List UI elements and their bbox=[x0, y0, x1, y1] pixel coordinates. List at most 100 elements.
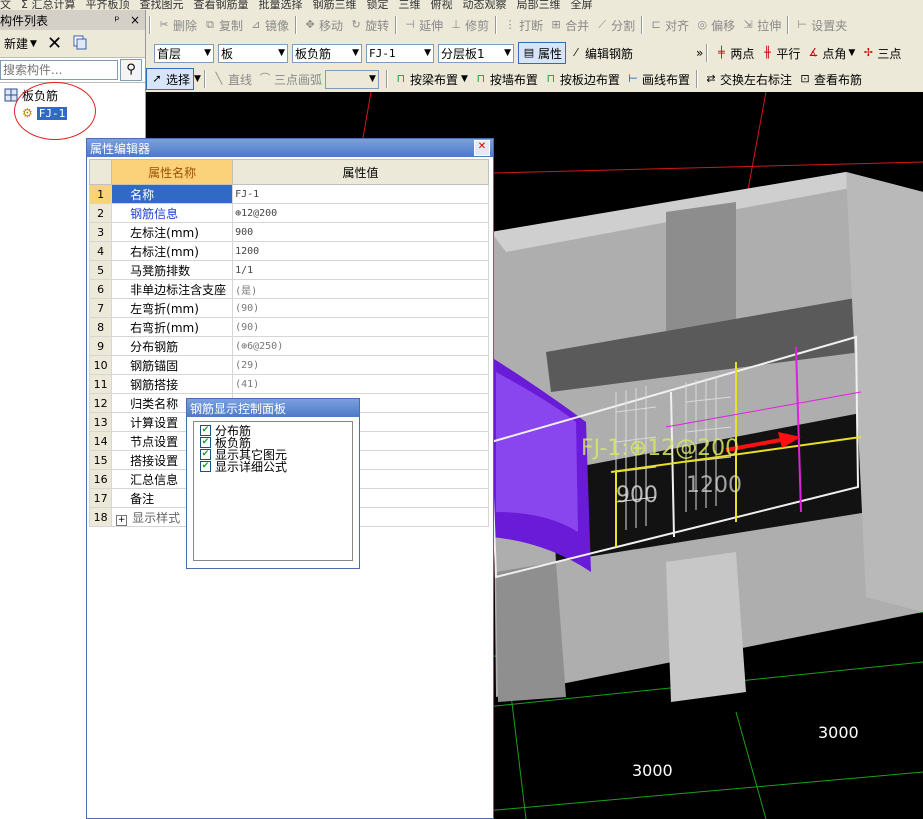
table-row[interactable]: 10 钢筋锚固 (29) bbox=[88, 355, 489, 375]
stretch-button[interactable]: ⇲ 拉伸 bbox=[738, 14, 784, 36]
menu-item-0[interactable]: 文 bbox=[0, 0, 11, 10]
component-list-title-bar: 构件列表 ᵖ × bbox=[0, 10, 145, 31]
menu-item-orbit[interactable]: 动态观察 bbox=[462, 0, 506, 10]
menu-item-batch-select[interactable]: 批量选择 bbox=[258, 0, 302, 10]
arc-mode-select[interactable]: ▼ bbox=[324, 69, 379, 89]
swap-labels-button[interactable]: ⇄ 交换左右标注 bbox=[701, 68, 795, 90]
pin-icon[interactable]: ᵖ bbox=[110, 13, 124, 27]
property-value[interactable]: (90) bbox=[232, 317, 489, 337]
copy-icon[interactable] bbox=[72, 34, 88, 53]
property-value[interactable]: FJ-1 bbox=[232, 184, 489, 204]
line-label: 直线 bbox=[227, 72, 252, 87]
search-button[interactable]: ⚲ bbox=[120, 59, 142, 81]
table-row[interactable]: 4 右标注(mm) 1200 bbox=[88, 241, 489, 261]
property-value[interactable]: (41) bbox=[232, 374, 489, 394]
row-number: 12 bbox=[88, 393, 113, 413]
three-point-button[interactable]: ✢ 三点 bbox=[858, 42, 904, 64]
delete-icon[interactable]: ✕ bbox=[47, 33, 62, 54]
rotate-button[interactable]: ↻ 旋转 bbox=[346, 14, 392, 36]
property-value[interactable]: (90) bbox=[232, 298, 489, 318]
expand-icon[interactable]: + bbox=[116, 514, 128, 526]
checkbox-checked-icon[interactable]: ✔ bbox=[200, 424, 211, 436]
checkbox-checked-icon[interactable]: ✔ bbox=[200, 460, 211, 472]
view-layout-button[interactable]: ⊡ 查看布筋 bbox=[795, 68, 865, 90]
table-row[interactable]: 8 右弯折(mm) (90) bbox=[88, 317, 489, 337]
menu-item-lock[interactable]: 锁定 bbox=[366, 0, 388, 10]
table-row[interactable]: 5 马凳筋排数 1/1 bbox=[88, 260, 489, 280]
property-value[interactable]: ⊕12@200 bbox=[232, 203, 489, 223]
extend-button[interactable]: ⊣ 延伸 bbox=[400, 14, 446, 36]
table-row[interactable]: 7 左弯折(mm) (90) bbox=[88, 298, 489, 318]
menu-item-fullscreen[interactable]: 全屏 bbox=[570, 0, 592, 10]
table-row[interactable]: 1 名称 FJ-1 bbox=[88, 184, 489, 204]
checkbox-checked-icon[interactable]: ✔ bbox=[200, 436, 211, 448]
property-value[interactable]: 1200 bbox=[232, 241, 489, 261]
chevron-down-icon[interactable]: ▼ bbox=[194, 74, 201, 84]
overflow-chevron-icon[interactable]: » bbox=[696, 46, 703, 60]
rebar-display-panel-title: 钢筋显示控制面板 bbox=[190, 401, 287, 416]
rebar-display-panel-title-bar[interactable]: 钢筋显示控制面板 bbox=[187, 399, 359, 417]
checkbox-checked-icon[interactable]: ✔ bbox=[200, 448, 211, 460]
merge-button[interactable]: ⊞ 合并 bbox=[546, 14, 592, 36]
menu-item-find[interactable]: 查找图元 bbox=[139, 0, 183, 10]
property-value[interactable]: 900 bbox=[232, 222, 489, 242]
split-button[interactable]: ⟋ 分割 bbox=[592, 14, 638, 36]
place-by-slab-edge-button[interactable]: ⊓ 按板边布置 bbox=[541, 68, 623, 90]
delete-button[interactable]: ✂ 删除 bbox=[154, 14, 200, 36]
menu-item-3d[interactable]: 三维 bbox=[398, 0, 420, 10]
table-row[interactable]: 2 钢筋信息 ⊕12@200 bbox=[88, 203, 489, 223]
component-select[interactable]: FJ-1 ▼ bbox=[366, 43, 434, 63]
trim-button[interactable]: ⊥ 修剪 bbox=[446, 14, 492, 36]
arc-three-point-button[interactable]: ⌒ 三点画弧 bbox=[255, 68, 325, 90]
line-button[interactable]: ╲ 直线 bbox=[209, 68, 255, 90]
menu-item-view-qty[interactable]: 查看钢筋量 bbox=[193, 0, 248, 10]
chevron-down-icon: ▼ bbox=[848, 48, 856, 58]
property-value[interactable]: (是) bbox=[232, 279, 489, 299]
mirror-icon: ⊿ bbox=[251, 18, 261, 31]
search-input[interactable] bbox=[0, 60, 118, 80]
rebar-display-panel: 钢筋显示控制面板 ✔ 分布筋 ✔ 板负筋 ✔ 显示其它图元 ✔ 显示详细公式 bbox=[186, 398, 360, 569]
subtype-select[interactable]: 板负筋 ▼ bbox=[292, 43, 362, 63]
menu-item-flat-top[interactable]: 平齐板顶 bbox=[85, 0, 129, 10]
properties-button[interactable]: ▤ 属性 bbox=[518, 42, 567, 64]
parallel-button[interactable]: ╫ 平行 bbox=[757, 42, 803, 64]
new-component-button[interactable]: 新建 ▼ bbox=[4, 35, 37, 52]
set-clip-button[interactable]: ⊢ 设置夹 bbox=[792, 14, 850, 36]
menu-item-local-3d[interactable]: 局部三维 bbox=[516, 0, 560, 10]
close-icon[interactable]: ✕ bbox=[474, 140, 490, 156]
place-by-beam-button[interactable]: ⊓ 按梁布置 ▼ bbox=[391, 68, 471, 90]
property-value[interactable]: (29) bbox=[232, 355, 489, 375]
edit-rebar-button[interactable]: ⁄ 编辑钢筋 bbox=[566, 42, 636, 64]
table-row[interactable]: 9 分布钢筋 (⊕6@250) bbox=[88, 336, 489, 356]
place-by-wall-button[interactable]: ⊓ 按墙布置 bbox=[471, 68, 541, 90]
property-value[interactable]: 1/1 bbox=[232, 260, 489, 280]
break-button[interactable]: ⋮ 打断 bbox=[500, 14, 546, 36]
copy-button[interactable]: ⧉ 复制 bbox=[200, 14, 246, 36]
select-button[interactable]: ➚ 选择 bbox=[146, 68, 195, 90]
table-row[interactable]: 6 非单边标注含支座 (是) bbox=[88, 279, 489, 299]
table-row[interactable]: 11 钢筋搭接 (41) bbox=[88, 374, 489, 394]
menu-item-summary[interactable]: Σ 汇总计算 bbox=[21, 0, 75, 10]
option-show-detailed-formula[interactable]: ✔ 显示详细公式 bbox=[200, 460, 346, 474]
table-row[interactable]: 3 左标注(mm) 900 bbox=[88, 222, 489, 242]
property-editor-title-bar[interactable]: 属性编辑器 ✕ bbox=[87, 139, 493, 157]
draw-line-place-button[interactable]: ⊢ 画线布置 bbox=[623, 68, 693, 90]
search-row: ⚲ bbox=[0, 58, 145, 83]
floor-select[interactable]: 首层 ▼ bbox=[154, 43, 214, 63]
draw-toolbar: ➚ 选择 ▼ ╲ 直线 ⌒ 三点画弧 ▼ ⊓ 按梁布置 ▼ ⊓ 按墙布置 ⊓ 按板边布置 ⊢ 画… bbox=[146, 66, 923, 93]
menu-item-rebar-3d[interactable]: 钢筋三维 bbox=[312, 0, 356, 10]
move-button[interactable]: ✥ 移动 bbox=[300, 14, 346, 36]
offset-button[interactable]: ◎ 偏移 bbox=[692, 14, 738, 36]
stretch-label: 拉伸 bbox=[757, 18, 782, 33]
property-value[interactable]: (⊕6@250) bbox=[232, 336, 489, 356]
point-angle-button[interactable]: ∡ 点角 ▼ bbox=[803, 42, 858, 64]
row-number: 13 bbox=[88, 412, 113, 432]
mirror-button[interactable]: ⊿ 镜像 bbox=[246, 14, 292, 36]
type-select[interactable]: 板 ▼ bbox=[218, 43, 288, 63]
menu-item-top-view[interactable]: 俯视 bbox=[430, 0, 452, 10]
align-button[interactable]: ⊏ 对齐 bbox=[646, 14, 692, 36]
rebar-display-options: ✔ 分布筋 ✔ 板负筋 ✔ 显示其它图元 ✔ 显示详细公式 bbox=[193, 421, 353, 561]
close-panel-button[interactable]: × bbox=[128, 13, 142, 27]
two-point-button[interactable]: ╪ 两点 bbox=[711, 42, 757, 64]
layer-select[interactable]: 分层板1 ▼ bbox=[438, 43, 514, 63]
